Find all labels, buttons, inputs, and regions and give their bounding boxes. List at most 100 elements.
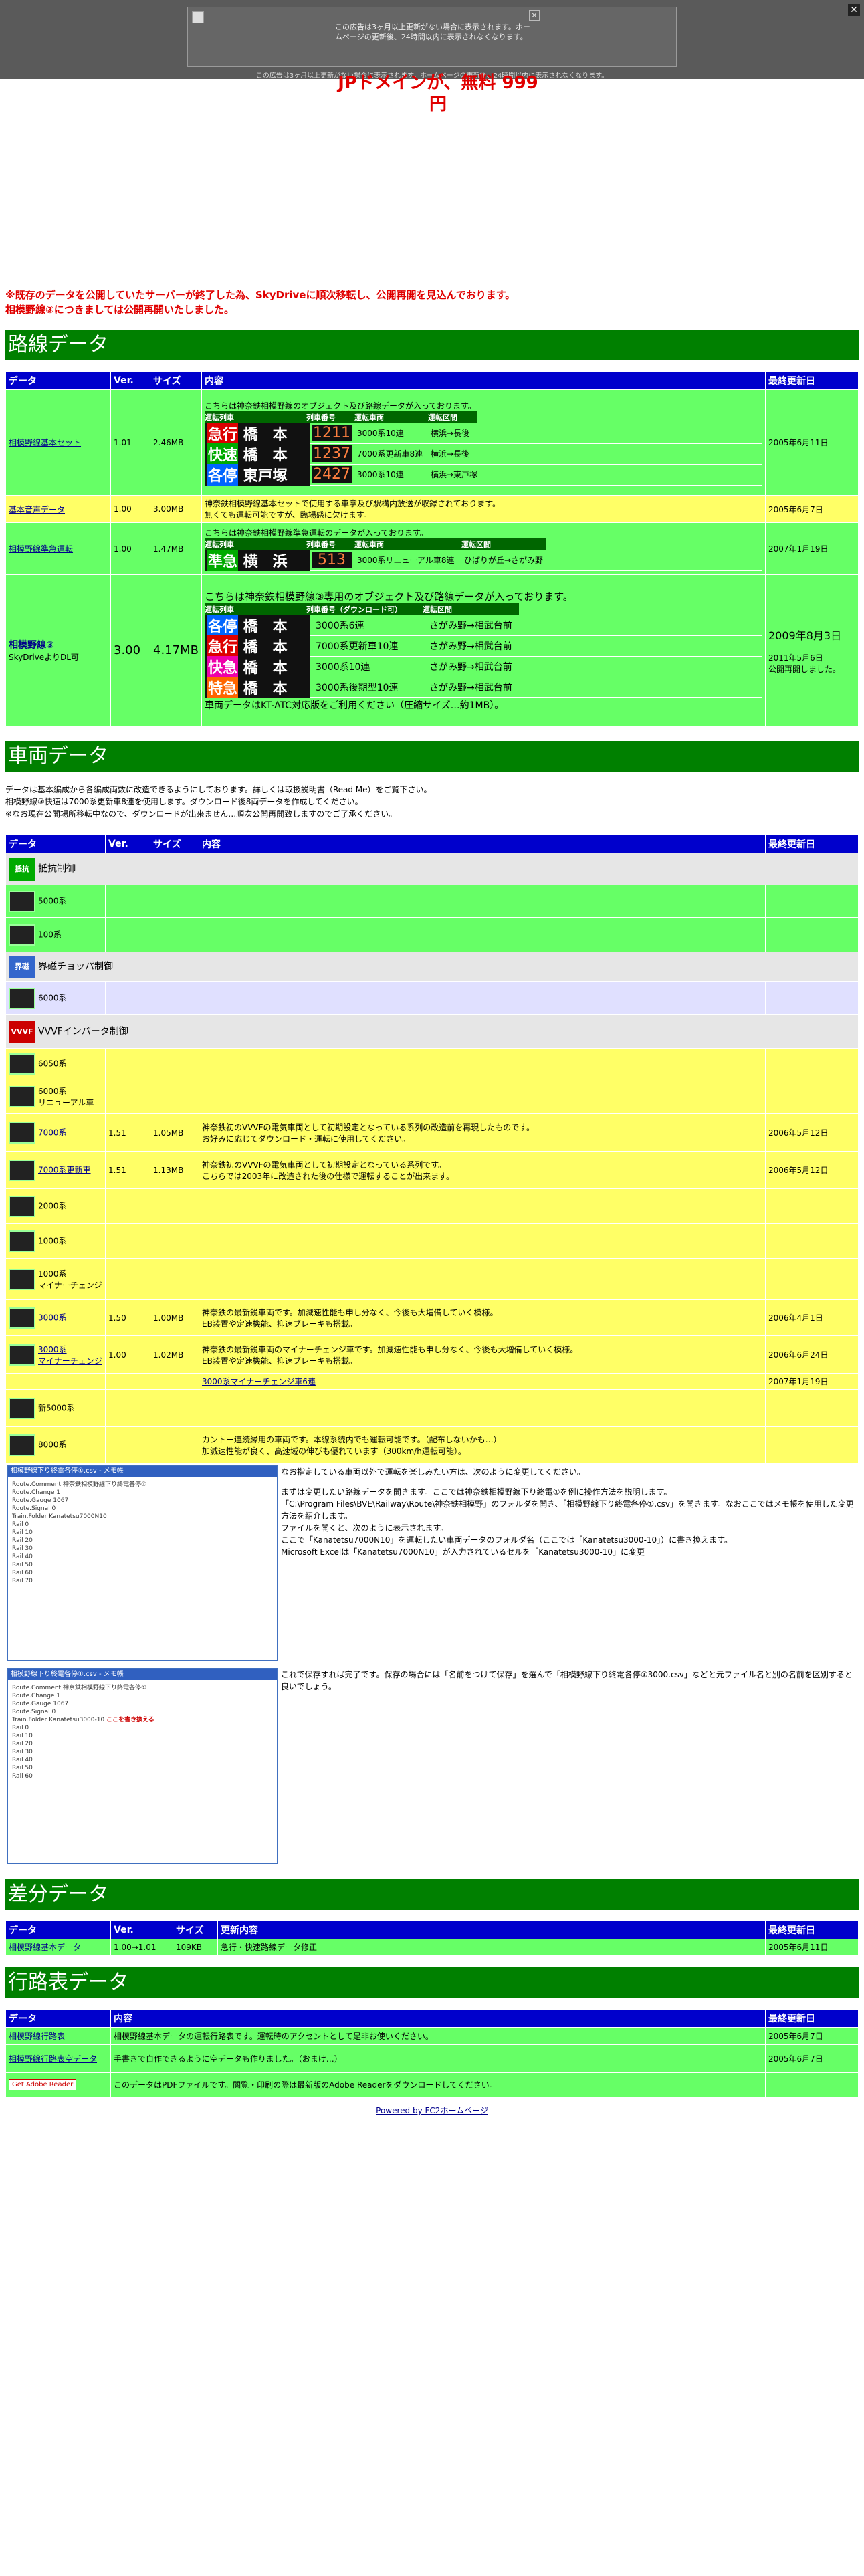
domain-banner[interactable]: JPドメインが、無料 999円 — [331, 72, 545, 114]
col-date: 最終更新日 — [765, 1921, 859, 1939]
train-row: 急行 橋 本 1211 3000系10連 横浜→長後 — [204, 422, 762, 444]
col-date: 最終更新日 — [765, 371, 859, 390]
timetable-blank-link[interactable]: 相模野線行路表空データ — [9, 2054, 97, 2064]
col-ver: Ver. — [110, 1921, 173, 1939]
vehicle-intro: データは基本編成から各編成両数に改造できるようにしております。詳しくは取扱説明書… — [5, 785, 432, 819]
ad-box[interactable]: この広告は3ヶ月以上更新がない場合に表示されます。ホームページの更新後、24時間… — [187, 7, 677, 67]
fc2-footer-link[interactable]: Powered by FC2ホームページ — [376, 2106, 488, 2115]
vehicle-link-3000[interactable]: 3000系 — [38, 1313, 67, 1322]
vehicle-link-3000-mc[interactable]: 3000系 マイナーチェンジ — [38, 1344, 102, 1366]
train-thumbnail-icon — [9, 1053, 35, 1075]
table-row: 新5000系 — [5, 1389, 859, 1427]
table-row: 相模野線準急運転 1.00 1.47MB こちらは神奈鉄相模野線準急運転のデータ… — [5, 522, 859, 575]
section-route-title: 路線データ — [5, 330, 859, 360]
diff-table: データ Ver. サイズ 更新内容 最終更新日 相模野線基本データ 1.00→1… — [5, 1921, 859, 1955]
vehicle-link-7000[interactable]: 7000系 — [38, 1128, 67, 1137]
train-row: 快急 橋 本 3000系10連 さがみ野→相武台前 — [204, 656, 762, 677]
ver-cell: 1.00 — [110, 522, 150, 575]
resistor-badge-icon: 抵抗 — [9, 857, 35, 881]
sub-header: 運転列車 列車番号 運転車両 運転区間 — [204, 411, 477, 423]
table-row: 8000系 カントー連続縁用の車両です。本線系統内でも運転可能です。（配布しないか… — [5, 1426, 859, 1463]
ad-text: この広告は3ヶ月以上更新がない場合に表示されます。ホームページの更新後、24時間… — [335, 23, 530, 41]
table-row: 1000系 マイナーチェンジ — [5, 1258, 859, 1300]
col-size: サイズ — [173, 1921, 218, 1939]
table-row: 6000系 リニューアル車 — [5, 1079, 859, 1114]
sub-header: 運転列車 列車番号 運転車両 運転区間 — [204, 538, 546, 550]
table-row: 100系 — [5, 917, 859, 952]
howto-text: なお指定している車両以外で運転を楽しみたい方は、次のように変更してください。 ま… — [281, 1467, 854, 1557]
col-content: 内容 — [110, 2009, 766, 2028]
section-vehicle-title: 車両データ — [5, 741, 859, 772]
date-cell: 2005年6月11日 — [765, 389, 859, 496]
table-row: 相模野線③ SkyDriveよりDL可 3.00 4.17MB こちらは神奈鉄相模… — [5, 574, 859, 726]
close-icon[interactable]: ✕ — [848, 4, 860, 16]
footnote: 車両データはKT-ATC対応版をご利用ください（圧縮サイズ…約1MB）。 — [204, 700, 504, 711]
date-cell: 2009年8月3日 2011年5月6日 公開再開しました。 — [765, 574, 859, 726]
section-diff-title: 差分データ — [5, 1879, 859, 1910]
ad-overlay: この広告は3ヶ月以上更新がない場合に表示されます。ホームページの更新後、24時間… — [0, 0, 864, 80]
route-table: データ Ver. サイズ 内容 最終更新日 相模野線基本セット 1.01 2.4… — [5, 371, 859, 726]
train-row: 各停 橋 本 3000系6連 さがみ野→相武台前 — [204, 615, 762, 636]
content-cell: こちらは神奈鉄相模野線③専用のオブジェクト及び路線データが入っております。 運転… — [201, 574, 766, 726]
train-thumbnail-icon — [9, 1307, 35, 1329]
train-thumbnail-icon — [9, 1230, 35, 1252]
route-link-sound[interactable]: 基本音声データ — [9, 505, 65, 514]
size-cell: 4.17MB — [150, 574, 202, 726]
broken-image-icon — [192, 11, 204, 23]
date-cell: 2005年6月7日 — [765, 495, 859, 523]
train-thumbnail-icon — [9, 924, 35, 946]
size-cell: 2.46MB — [150, 389, 202, 496]
vvvf-badge-icon: VVVF — [9, 1020, 35, 1043]
sub-header: 運転列車 列車番号（ダウンロード可） 運転区間 — [204, 603, 519, 615]
table-row: 3000系 マイナーチェンジ 1.00 1.02MB 神奈鉄の最新鋭車両のマイナーチェン… — [5, 1335, 859, 1374]
table-row: 3000系マイナーチェンジ車6連 2007年1月19日 — [5, 1373, 859, 1390]
table-row: 3000系 1.50 1.00MB 神奈鉄の最新鋭車両です。加減速性能も申し分なく、今… — [5, 1299, 859, 1336]
train-row: 快速 橋 本 1237 7000系更新車8連 横浜→長後 — [204, 443, 762, 465]
section-timetable-title: 行路表データ — [5, 1967, 859, 1998]
table-row: 基本音声データ 1.00 3.00MB 神奈鉄相模野線基本セットで使用する車掌及… — [5, 495, 859, 523]
table-row: 相模野線基本データ 1.00→1.01 109KB 急行・快速路線データ修正 2005… — [5, 1939, 859, 1955]
get-adobe-reader-button[interactable]: Get Adobe Reader — [9, 2079, 77, 2090]
train-row: 特急 橋 本 3000系後期型10連 さがみ野→相武台前 — [204, 677, 762, 698]
col-content: 更新内容 — [217, 1921, 766, 1939]
route-link-sagamino3[interactable]: 相模野線③ — [9, 640, 54, 651]
vehicle-link-7000-renewed[interactable]: 7000系更新車 — [38, 1165, 91, 1174]
ad-inner-close-icon[interactable]: × — [529, 10, 540, 21]
notice-line1: ※既存のデータを公開していたサーバーが終了した為、SkyDriveに順次移転し、… — [5, 289, 516, 301]
train-thumbnail-icon — [9, 1344, 35, 1366]
group-row: 抵抗 抵抗制御 — [5, 853, 859, 885]
table-row: 2000系 — [5, 1188, 859, 1224]
table-row: 相模野線行路表空データ 手書きで自作できるように空データも作りました。（おまけ…）… — [5, 2044, 859, 2073]
timetable-table: データ 内容 最終更新日 相模野線行路表 相模野線基本データの運転行路表です。運転… — [5, 2009, 859, 2097]
chopper-badge-icon: 界磁 — [9, 955, 35, 978]
table-row: 相模野線行路表 相模野線基本データの運転行路表です。運転時のアクセントとして是非お… — [5, 2027, 859, 2045]
edit-here-note: ここを書き換える — [106, 1717, 154, 1723]
train-thumbnail-icon — [9, 1434, 35, 1456]
route-link-basic[interactable]: 相模野線基本セット — [9, 438, 81, 447]
timetable-link[interactable]: 相模野線行路表 — [9, 2032, 65, 2041]
col-ver: Ver. — [105, 835, 150, 853]
content-cell: 神奈鉄相模野線基本セットで使用する車掌及び駅構内放送が収録されております。 無くて… — [201, 495, 766, 523]
train-row: 急行 橋 本 7000系更新車10連 さがみ野→相武台前 — [204, 635, 762, 657]
route-link-junkyu[interactable]: 相模野線準急運転 — [9, 544, 73, 554]
banner-main-text: JPドメインが、無料 999円 — [338, 73, 538, 114]
date-cell: 2007年1月19日 — [765, 522, 859, 575]
ver-cell: 1.01 — [110, 389, 150, 496]
diff-link[interactable]: 相模野線基本データ — [9, 1943, 81, 1952]
table-row: 1000系 — [5, 1223, 859, 1259]
content-text: こちらは神奈鉄相模野線のオブジェクト及び路線データが入っております。 — [204, 401, 476, 411]
table-row: 5000系 — [5, 885, 859, 918]
content-cell: こちらは神奈鉄相模野線準急運転のデータが入っております。 運転列車 列車番号 運… — [201, 522, 766, 575]
table-row: Get Adobe Reader このデータはPDFファイルです。閲覧・印刷の際は… — [5, 2072, 859, 2097]
train-thumbnail-icon — [9, 1085, 35, 1107]
vehicle-link-3000-mc6[interactable]: 3000系マイナーチェンジ車6連 — [202, 1377, 316, 1386]
table-row: 7000系 1.51 1.05MB 神奈鉄初のVVVFの電気車両として初期設定となって… — [5, 1113, 859, 1152]
group-row: VVVF VVVFインバータ制御 — [5, 1014, 859, 1049]
vehicle-table: データ Ver. サイズ 内容 最終更新日 抵抗 抵抗制御 5000系 100系 … — [5, 835, 859, 1463]
notepad-screenshot-1: 相模野線下り終電各停①.csv - メモ帳 Route.Comment 神奈鉄相… — [7, 1465, 278, 1661]
col-date: 最終更新日 — [765, 2009, 859, 2028]
train-thumbnail-icon — [9, 1397, 35, 1419]
table-row: 6000系 — [5, 981, 859, 1015]
ver-cell: 3.00 — [110, 574, 150, 726]
notice-line2: 相模野線③につきましては公開再開いたしました。 — [5, 304, 234, 316]
